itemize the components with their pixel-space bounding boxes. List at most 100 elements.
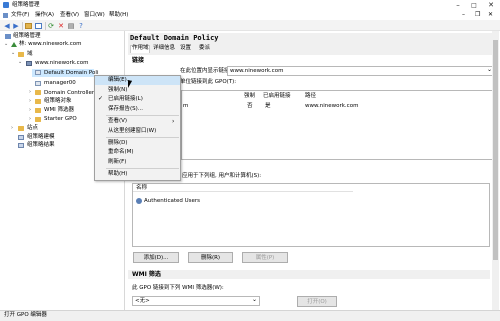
minimize-button[interactable]: – [450,0,466,11]
chevron-right-icon[interactable]: › [11,126,13,131]
scrollbar-thumb[interactable] [493,40,498,260]
mdi-close-button[interactable]: ✕ [488,12,493,18]
tab-settings[interactable]: 设置 [180,45,191,52]
tree-item-gpo-objects[interactable]: 组策略对象 [44,98,72,105]
ctx-view[interactable]: 查看(V) [108,118,127,125]
tab-scope[interactable]: 作用域 [132,45,149,52]
tree-gp-results[interactable]: 组策略结果 [27,142,55,149]
tab-details[interactable]: 详细信息 [153,45,175,52]
help-icon[interactable]: ? [77,22,85,30]
results-icon [18,143,24,148]
users-icon [136,198,142,204]
tree-item-default-domain-policy[interactable]: Default Domain Poli [44,70,98,77]
security-list-header-bg [133,184,353,192]
chevron-right-icon[interactable]: › [29,90,31,95]
check-icon: ✓ [98,95,104,102]
folder-icon [18,52,24,57]
links-row-enforced: 否 [247,103,253,109]
wmi-filter-dropdown[interactable] [132,296,260,306]
refresh-icon[interactable]: ⟳ [47,22,55,30]
ctx-delete[interactable]: 删除(D) [108,140,128,147]
tree-item-manager00[interactable]: manager00 [44,80,76,87]
maximize-button[interactable]: □ [466,0,482,11]
tree-domains[interactable]: 域 [27,51,33,58]
context-separator [106,115,179,116]
links-col-enforced[interactable]: 强制 [244,93,255,100]
gpm-root-icon [5,34,11,39]
context-separator [106,137,179,138]
mouse-cursor-icon [128,80,132,88]
status-bar [0,310,500,321]
chevron-down-icon[interactable]: ⌄ [4,42,8,47]
chevron-right-icon[interactable]: › [29,99,31,104]
ctx-link-enabled[interactable]: 已启用链接(L) [108,96,143,103]
tree-item-starter-gpo[interactable]: Starter GPO [44,116,77,123]
menu-app-icon [3,13,8,18]
tab-delegation[interactable]: 委派 [199,45,210,52]
open-button[interactable]: 打开(O) [297,296,337,307]
links-col-path[interactable]: 路径 [305,93,316,100]
add-button[interactable]: 添加(D)... [133,252,179,263]
chevron-down-icon[interactable]: ⌄ [18,60,22,65]
toolbar-separator [22,22,23,30]
domain-icon [26,61,32,66]
security-filter-label: 应用于下列组, 用户和计算机(S): [182,173,262,179]
back-icon[interactable]: ◀ [3,22,11,30]
export-list-icon[interactable]: ▤ [67,22,75,30]
properties-button[interactable]: 属性(P) [242,252,288,263]
ctx-help[interactable]: 帮助(H) [108,171,127,178]
delete-icon[interactable]: ✕ [57,22,65,30]
ctx-save-report[interactable]: 保存报告(S)... [108,106,143,113]
status-text: 打开 GPO 编辑器 [4,312,47,318]
tree-item-wmi-filters[interactable]: WMI 筛选器 [44,107,74,114]
menu-file[interactable]: 文件(F) [11,12,29,19]
gpo-link-icon [35,70,41,75]
folder-icon [35,117,41,122]
menu-view[interactable]: 查看(V) [60,12,79,19]
forward-icon[interactable]: ▶ [12,22,20,30]
up-folder-icon[interactable] [25,23,32,29]
wmi-section-header [128,270,490,279]
chevron-right-icon[interactable]: › [29,108,31,113]
window-title: 组策略管理 [12,2,40,8]
remove-button[interactable]: 删除(R) [188,252,233,263]
show-tree-icon[interactable] [35,23,42,29]
links-heading: 链接 [132,57,145,64]
ctx-refresh[interactable]: 刷新(F) [108,159,126,166]
menu-help[interactable]: 帮助(H) [109,12,128,19]
chevron-down-icon[interactable]: ⌄ [11,51,15,56]
close-button[interactable]: ✕ [483,0,499,11]
links-col-enabled[interactable]: 已启用链接 [263,93,291,100]
chevron-right-icon[interactable]: › [29,117,31,122]
menu-action[interactable]: 操作(A) [35,12,54,19]
gpo-link-icon [35,81,41,86]
tree-root[interactable]: 组策略管理 [13,33,41,40]
location-dropdown-value: www.ninework.com [230,68,284,74]
ctx-enforced[interactable]: 强制(N) [108,87,127,94]
tree-sites[interactable]: 站点 [27,125,38,132]
wmi-heading: WMI 筛选 [132,271,161,278]
tree-gp-modeling[interactable]: 组策略建模 [27,134,55,141]
tree-forest[interactable]: 林: www.ninework.com [19,41,82,48]
folder-icon [35,99,41,104]
tree-domain[interactable]: www.ninework.com [35,60,88,67]
security-row-authenticated-users[interactable]: Authenticated Users [144,198,200,205]
chevron-right-icon: › [172,118,175,125]
folder-icon [35,108,41,113]
links-row-enabled: 是 [265,103,271,109]
modeling-icon [18,135,24,140]
linked-label: 单位链接到此 GPO(T): [180,79,237,85]
chevron-down-icon[interactable]: ⌄ [252,297,257,303]
tree-item-domain-controllers[interactable]: Domain Controllers [44,90,97,97]
ctx-new-window[interactable]: 从这里创建窗口(W) [108,128,156,135]
folder-icon [18,126,24,131]
menu-window[interactable]: 窗口(W) [84,12,105,19]
wmi-label: 此 GPO 链接到下列 WMI 筛选器(W): [132,285,224,291]
mdi-minimize-button[interactable]: – [462,12,465,18]
mdi-restore-button[interactable]: ❐ [475,12,480,18]
folder-icon [35,90,41,95]
security-col-name[interactable]: 名称 [136,185,147,192]
ctx-rename[interactable]: 重命名(M) [108,149,134,156]
app-icon [3,2,9,8]
title-bar: 组策略管理 – □ ✕ [0,0,500,11]
